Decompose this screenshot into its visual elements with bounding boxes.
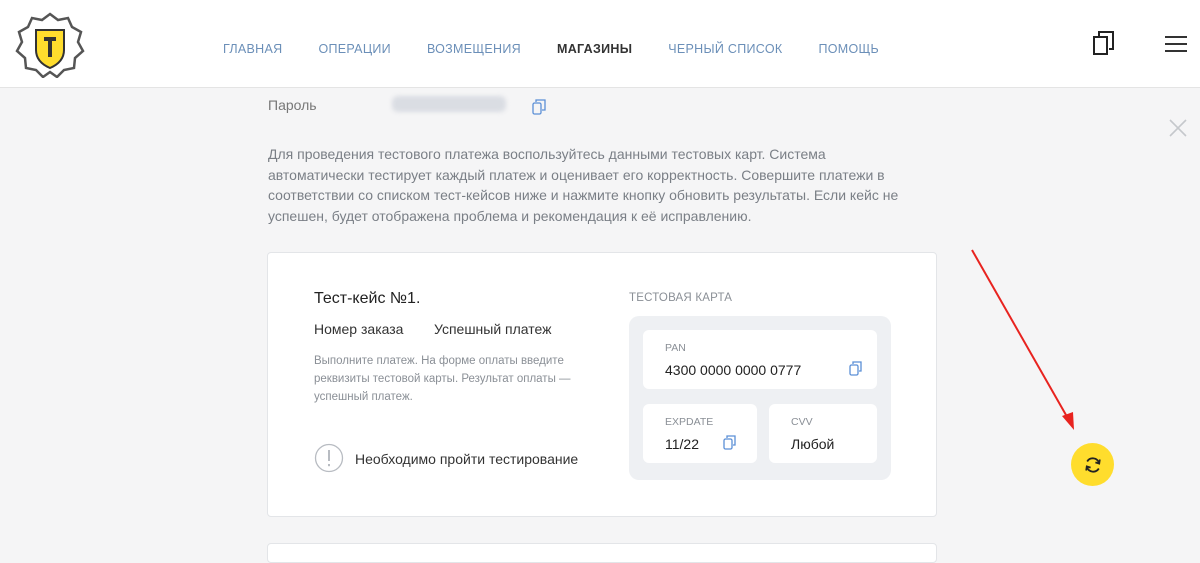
tinkoff-logo-icon[interactable] bbox=[14, 10, 86, 78]
pan-field: PAN 4300 0000 0000 0777 bbox=[643, 330, 877, 389]
header: ГЛАВНАЯ ОПЕРАЦИИ ВОЗМЕЩЕНИЯ МАГАЗИНЫ ЧЕР… bbox=[0, 0, 1200, 88]
nav-item-home[interactable]: ГЛАВНАЯ bbox=[223, 42, 282, 56]
main-nav: ГЛАВНАЯ ОПЕРАЦИИ ВОЗМЕЩЕНИЯ МАГАЗИНЫ ЧЕР… bbox=[223, 42, 915, 56]
refresh-icon bbox=[1084, 457, 1101, 472]
order-number-label: Номер заказа bbox=[314, 321, 404, 337]
nav-item-refunds[interactable]: ВОЗМЕЩЕНИЯ bbox=[427, 42, 521, 56]
menu-icon[interactable] bbox=[1165, 36, 1187, 52]
password-value-masked bbox=[392, 96, 506, 112]
test-status-text: Необходимо пройти тестирование bbox=[355, 451, 579, 467]
test-card-label: ТЕСТОВАЯ КАРТА bbox=[629, 292, 733, 304]
pan-value: 4300 0000 0000 0777 bbox=[665, 362, 802, 378]
order-number-value: Успешный платеж bbox=[434, 321, 552, 337]
expdate-field: EXPDATE 11/22 bbox=[643, 404, 757, 463]
nav-item-operations[interactable]: ОПЕРАЦИИ bbox=[318, 42, 391, 56]
next-test-case-card bbox=[267, 543, 937, 563]
nav-item-shops[interactable]: МАГАЗИНЫ bbox=[557, 42, 632, 56]
copy-icon[interactable] bbox=[723, 435, 736, 450]
close-icon[interactable] bbox=[1169, 119, 1187, 137]
annotation-arrow bbox=[971, 249, 1074, 430]
cvv-field: CVV Любой bbox=[769, 404, 877, 463]
refresh-results-button[interactable] bbox=[1071, 443, 1114, 486]
test-instructions-text: Для проведения тестового платежа восполь… bbox=[268, 146, 899, 224]
expdate-label: EXPDATE bbox=[665, 416, 714, 428]
copy-icon[interactable] bbox=[532, 99, 546, 115]
test-case-card: Тест-кейс №1. Номер заказа Успешный плат… bbox=[267, 252, 937, 517]
password-label: Пароль bbox=[268, 97, 317, 113]
nav-item-help[interactable]: ПОМОЩЬ bbox=[818, 42, 879, 56]
test-card-panel: PAN 4300 0000 0000 0777 EXPDATE 11/22 CV… bbox=[629, 316, 891, 480]
warning-icon bbox=[314, 443, 344, 473]
test-case-instructions: Выполните платеж. На форме оплаты введит… bbox=[314, 355, 571, 403]
copy-icon[interactable] bbox=[849, 361, 862, 376]
expdate-value: 11/22 bbox=[665, 436, 699, 452]
pan-label: PAN bbox=[665, 342, 686, 354]
copy-icon[interactable] bbox=[1093, 31, 1115, 55]
cvv-value: Любой bbox=[791, 436, 835, 452]
test-case-title: Тест-кейс №1. bbox=[314, 290, 421, 307]
cvv-label: CVV bbox=[791, 416, 813, 428]
nav-item-blacklist[interactable]: ЧЕРНЫЙ СПИСОК bbox=[668, 42, 782, 56]
